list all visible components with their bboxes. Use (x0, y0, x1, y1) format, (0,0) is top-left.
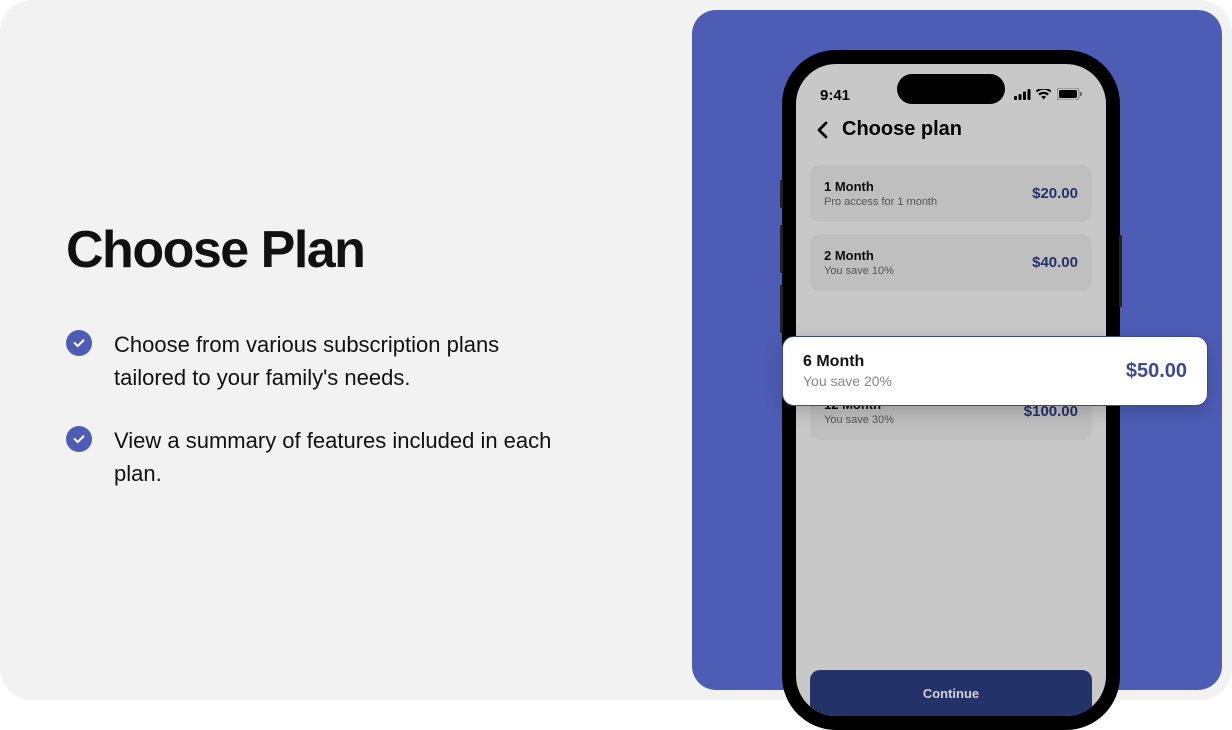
check-icon (66, 330, 92, 356)
bullet-text: View a summary of features included in e… (114, 424, 574, 490)
status-time: 9:41 (820, 87, 850, 104)
check-icon (66, 426, 92, 452)
screen-title: Choose plan (842, 118, 962, 141)
screen-header: Choose plan (810, 118, 1092, 141)
plan-desc: Pro access for 1 month (824, 196, 937, 208)
dynamic-island (897, 74, 1005, 104)
back-button[interactable] (812, 120, 832, 140)
feature-card: Choose Plan Choose from various subscrip… (0, 0, 1232, 700)
plan-card-2month[interactable]: 2 Month You save 10% $40.00 (810, 234, 1092, 291)
bullet-item: Choose from various subscription plans t… (66, 328, 578, 394)
bullet-item: View a summary of features included in e… (66, 424, 578, 490)
plan-name: 2 Month (824, 248, 894, 263)
plan-price: $20.00 (1032, 185, 1078, 202)
bullet-text: Choose from various subscription plans t… (114, 328, 574, 394)
battery-icon (1057, 87, 1082, 104)
right-panel: 9:41 Choose plan (692, 10, 1222, 690)
left-panel: Choose Plan Choose from various subscrip… (0, 0, 644, 700)
phone-side-button (780, 180, 783, 208)
plan-desc: You save 10% (824, 265, 894, 277)
signal-icon (1014, 87, 1031, 104)
plan-price: $50.00 (1126, 360, 1187, 383)
plan-price: $40.00 (1032, 254, 1078, 271)
plan-name: 6 Month (803, 353, 892, 371)
chevron-left-icon (816, 121, 828, 139)
continue-button[interactable]: Continue (810, 670, 1092, 716)
wifi-icon (1036, 87, 1052, 104)
plan-card-1month[interactable]: 1 Month Pro access for 1 month $20.00 (810, 165, 1092, 222)
phone-side-button (780, 225, 783, 273)
phone-side-button (780, 285, 783, 333)
plan-desc: You save 20% (803, 373, 892, 389)
plan-desc: You save 30% (824, 414, 894, 426)
plan-card-6month-highlight[interactable]: 6 Month You save 20% $50.00 (782, 336, 1208, 406)
status-icons (1014, 87, 1082, 104)
page-title: Choose Plan (66, 220, 578, 280)
phone-side-button (1119, 235, 1122, 307)
continue-label: Continue (923, 686, 979, 701)
plan-name: 1 Month (824, 179, 937, 194)
bullet-list: Choose from various subscription plans t… (66, 328, 578, 490)
